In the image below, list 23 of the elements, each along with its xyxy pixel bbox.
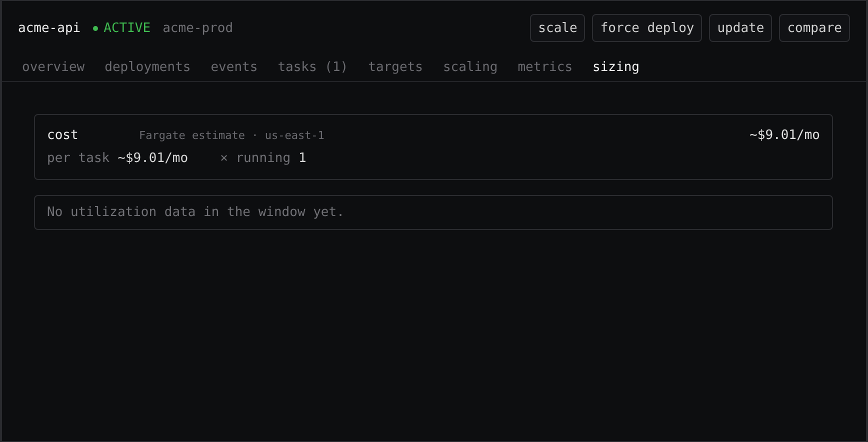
- running-count: 1: [298, 151, 306, 166]
- action-button[interactable]: update: [709, 14, 772, 42]
- card-title: cost: [47, 128, 80, 143]
- tab[interactable]: tasks (1): [278, 60, 348, 75]
- action-button[interactable]: compare: [779, 14, 850, 42]
- tab[interactable]: scaling: [442, 60, 498, 75]
- tab[interactable]: metrics: [518, 60, 573, 75]
- service-name: acme-api: [18, 20, 81, 36]
- running-label: × running: [220, 151, 291, 166]
- cost-total: ~$9.01/mo: [750, 128, 820, 143]
- tab[interactable]: sizing: [592, 60, 640, 75]
- tab[interactable]: events: [210, 60, 258, 75]
- status-label: ACTIVE: [104, 20, 151, 36]
- empty-message: No utilization data in the window yet.: [47, 205, 344, 220]
- action-button[interactable]: force deploy: [592, 14, 702, 42]
- tab[interactable]: deployments: [104, 60, 191, 75]
- per-task-label: per task: [47, 151, 110, 166]
- per-task-value: ~$9.01/mo: [118, 151, 188, 166]
- action-button[interactable]: scale: [530, 14, 586, 42]
- tab[interactable]: overview: [22, 60, 85, 75]
- cluster-name: acme-prod: [162, 20, 234, 36]
- tab[interactable]: targets: [368, 60, 423, 75]
- card-subtitle: Fargate estimate · us-east-1: [139, 129, 326, 142]
